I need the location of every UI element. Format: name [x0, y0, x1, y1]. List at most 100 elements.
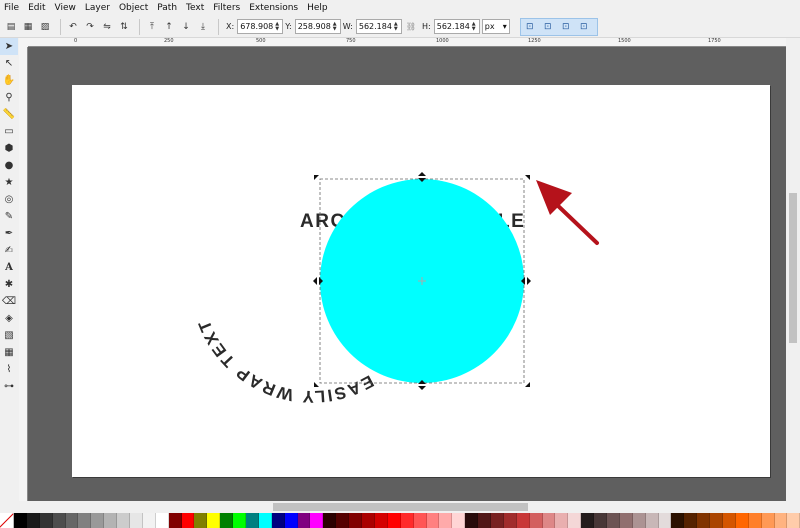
- pencil-tool-icon[interactable]: ✎: [0, 208, 18, 225]
- select-all-icon[interactable]: ▤: [4, 20, 18, 34]
- horizontal-scrollbar[interactable]: [28, 501, 786, 513]
- menu-filters[interactable]: Filters: [213, 3, 240, 13]
- color-swatch[interactable]: [658, 513, 672, 528]
- scale-corners-icon[interactable]: ⊡: [541, 20, 555, 34]
- color-swatch[interactable]: [142, 513, 156, 528]
- color-swatch[interactable]: [310, 513, 324, 528]
- text-tool-icon[interactable]: A: [0, 259, 18, 276]
- select-all-layers-icon[interactable]: ▦: [21, 20, 35, 34]
- vertical-scroll-thumb[interactable]: [789, 193, 797, 343]
- spin-icon[interactable]: ▲ ▼: [471, 21, 477, 32]
- star-tool-icon[interactable]: ★: [0, 174, 18, 191]
- calligraphy-tool-icon[interactable]: ✍: [0, 242, 18, 259]
- rotate-cw-icon[interactable]: ↷: [83, 20, 97, 34]
- spin-icon[interactable]: ▲ ▼: [274, 21, 280, 32]
- color-swatch[interactable]: [465, 513, 479, 528]
- menu-layer[interactable]: Layer: [85, 3, 110, 13]
- y-field[interactable]: 258.908 ▲ ▼: [294, 19, 341, 34]
- ellipse-tool-icon[interactable]: ●: [0, 157, 18, 174]
- transform-gradients-icon[interactable]: ⊡: [559, 20, 573, 34]
- color-swatch[interactable]: [439, 513, 453, 528]
- no-color-swatch[interactable]: [0, 513, 14, 528]
- menu-object[interactable]: Object: [119, 3, 148, 13]
- lock-icon[interactable]: ⛓: [406, 22, 416, 31]
- color-swatch[interactable]: [503, 513, 517, 528]
- color-swatch[interactable]: [748, 513, 762, 528]
- color-swatch[interactable]: [542, 513, 556, 528]
- color-swatch[interactable]: [684, 513, 698, 528]
- raise-icon[interactable]: ↑: [162, 20, 176, 34]
- color-swatch[interactable]: [787, 513, 800, 528]
- color-swatch[interactable]: [78, 513, 92, 528]
- color-swatch[interactable]: [387, 513, 401, 528]
- color-swatch[interactable]: [697, 513, 711, 528]
- color-swatch[interactable]: [722, 513, 736, 528]
- horizontal-ruler[interactable]: 0 250 500 750 1000 1250 1500 1750: [28, 38, 786, 47]
- menu-text[interactable]: Text: [186, 3, 204, 13]
- color-swatch[interactable]: [349, 513, 363, 528]
- menu-extensions[interactable]: Extensions: [249, 3, 298, 13]
- canvas[interactable]: ARC LE EASILY WRAP TEXT: [28, 47, 786, 501]
- eraser-tool-icon[interactable]: ⌫: [0, 293, 18, 310]
- color-swatch[interactable]: [645, 513, 659, 528]
- color-swatch[interactable]: [452, 513, 466, 528]
- color-swatch[interactable]: [374, 513, 388, 528]
- color-swatch[interactable]: [568, 513, 582, 528]
- spray-tool-icon[interactable]: ✱: [0, 276, 18, 293]
- color-swatch[interactable]: [555, 513, 569, 528]
- dropper-tool-icon[interactable]: ⌇: [0, 361, 18, 378]
- rect-tool-icon[interactable]: ▭: [0, 123, 18, 140]
- selector-tool-icon[interactable]: ➤: [0, 38, 18, 55]
- color-swatch[interactable]: [297, 513, 311, 528]
- lower-icon[interactable]: ↓: [179, 20, 193, 34]
- color-swatch[interactable]: [490, 513, 504, 528]
- color-swatch[interactable]: [168, 513, 182, 528]
- scale-stroke-icon[interactable]: ⊡: [523, 20, 537, 34]
- color-swatch[interactable]: [710, 513, 723, 528]
- horizontal-scroll-thumb[interactable]: [273, 503, 528, 511]
- menu-edit[interactable]: Edit: [28, 3, 45, 13]
- connector-tool-icon[interactable]: ⊶: [0, 378, 18, 395]
- w-field[interactable]: 562.184 ▲ ▼: [355, 19, 402, 34]
- spin-icon[interactable]: ▲ ▼: [393, 21, 399, 32]
- color-swatch[interactable]: [478, 513, 491, 528]
- lower-to-bottom-icon[interactable]: ⤓: [196, 20, 210, 34]
- color-swatch[interactable]: [65, 513, 79, 528]
- color-swatch[interactable]: [233, 513, 247, 528]
- menu-view[interactable]: View: [55, 3, 76, 13]
- color-swatch[interactable]: [220, 513, 234, 528]
- color-swatch[interactable]: [529, 513, 543, 528]
- raise-to-top-icon[interactable]: ⤒: [145, 20, 159, 34]
- tweak-tool-icon[interactable]: ✋: [0, 72, 18, 89]
- color-swatch[interactable]: [323, 513, 337, 528]
- color-swatch[interactable]: [91, 513, 105, 528]
- color-swatch[interactable]: [606, 513, 620, 528]
- color-swatch[interactable]: [632, 513, 646, 528]
- color-swatch[interactable]: [761, 513, 775, 528]
- zoom-tool-icon[interactable]: ⚲: [0, 89, 18, 106]
- x-field[interactable]: 678.908 ▲ ▼: [237, 19, 284, 34]
- color-swatch[interactable]: [271, 513, 285, 528]
- flip-horizontal-icon[interactable]: ⇋: [100, 20, 114, 34]
- color-swatch[interactable]: [194, 513, 208, 528]
- menu-file[interactable]: File: [4, 3, 19, 13]
- color-swatch[interactable]: [426, 513, 440, 528]
- vertical-ruler[interactable]: [19, 47, 28, 501]
- menu-help[interactable]: Help: [307, 3, 328, 13]
- rotate-ccw-icon[interactable]: ↶: [66, 20, 80, 34]
- color-swatch[interactable]: [413, 513, 427, 528]
- color-swatch[interactable]: [26, 513, 40, 528]
- color-swatch[interactable]: [516, 513, 530, 528]
- color-swatch[interactable]: [258, 513, 272, 528]
- color-swatch[interactable]: [594, 513, 607, 528]
- spin-icon[interactable]: ▲ ▼: [332, 21, 338, 32]
- color-swatch[interactable]: [619, 513, 633, 528]
- bucket-tool-icon[interactable]: ◈: [0, 310, 18, 327]
- color-swatch[interactable]: [130, 513, 143, 528]
- color-swatch[interactable]: [336, 513, 350, 528]
- color-swatch[interactable]: [104, 513, 118, 528]
- h-field[interactable]: 562.184 ▲ ▼: [433, 19, 480, 34]
- color-swatch[interactable]: [181, 513, 195, 528]
- color-swatch[interactable]: [39, 513, 53, 528]
- color-swatch[interactable]: [735, 513, 749, 528]
